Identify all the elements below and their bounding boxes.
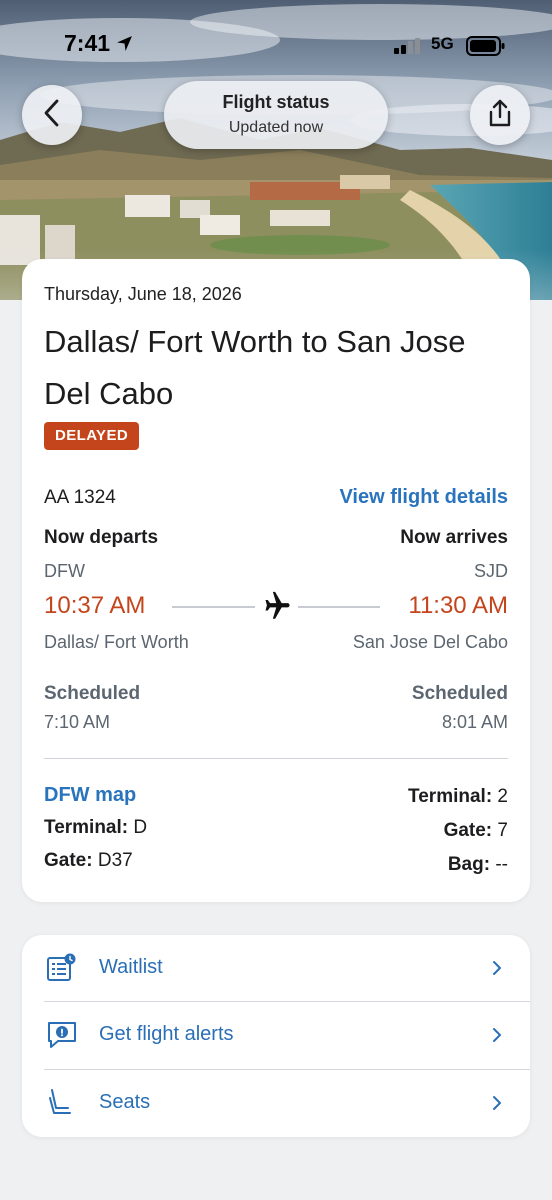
network-type: 5G (431, 34, 454, 53)
arrival-code: SJD (473, 561, 508, 581)
departure-gate-label: Gate: (44, 850, 93, 871)
seats-label: Seats (99, 1091, 151, 1113)
cellular-signal-icon (394, 38, 424, 59)
route-line-left (172, 606, 255, 608)
arrival-city: San Jose Del Cabo (352, 632, 508, 652)
share-icon (486, 98, 514, 133)
flight-date: Thursday, June 18, 2026 (44, 284, 242, 304)
chevron-left-icon (41, 98, 63, 133)
flight-alerts-icon (46, 1020, 78, 1055)
arrival-scheduled-label: Scheduled (411, 683, 508, 704)
chevron-right-icon (492, 960, 502, 981)
arrival-time: 11:30 AM (408, 592, 508, 619)
flight-route-title: Dallas/ Fort Worth to San Jose Del Cabo (44, 324, 466, 411)
departure-code: DFW (44, 561, 85, 581)
departure-terminal: Terminal: D (44, 817, 147, 839)
arrival-terminal: Terminal: 2 (408, 786, 508, 808)
page-title: Flight status (222, 92, 330, 112)
arrival-gate: Gate: 7 (444, 820, 508, 842)
arrival-bag: Bag: -- (448, 854, 508, 876)
get-flight-alerts-row[interactable]: Get flight alerts (22, 1002, 530, 1069)
waitlist-icon (46, 953, 76, 988)
status-badge: DELAYED (44, 422, 140, 450)
departure-city: Dallas/ Fort Worth (44, 632, 189, 652)
card-divider (44, 758, 508, 759)
seats-row[interactable]: Seats (22, 1070, 530, 1137)
flight-actions-list: Waitlist Get flight alerts Seats (22, 935, 530, 1137)
arrival-gate-label: Gate: (443, 820, 493, 841)
share-button[interactable] (470, 85, 530, 145)
get-flight-alerts-label: Get flight alerts (99, 1023, 234, 1045)
waitlist-row[interactable]: Waitlist (22, 935, 530, 1002)
status-bar: 7:41 5G (0, 28, 552, 62)
departure-gate-value: D37 (97, 850, 133, 871)
airplane-icon (257, 589, 291, 628)
status-time: 7:41 (64, 30, 111, 56)
view-flight-details-link[interactable]: View flight details (339, 486, 508, 509)
header-title-pill: Flight status Updated now (164, 81, 388, 149)
arrival-terminal-label: Terminal: (408, 786, 493, 807)
departure-scheduled-label: Scheduled (44, 683, 141, 704)
route-line-right (298, 606, 380, 608)
departure-terminal-label: Terminal: (44, 817, 129, 838)
back-button[interactable] (22, 85, 82, 145)
departure-scheduled-time: 7:10 AM (44, 712, 111, 732)
arrival-bag-value: -- (495, 854, 508, 875)
chevron-right-icon (492, 1027, 502, 1048)
arrival-bag-label: Bag: (447, 854, 491, 875)
seat-icon (46, 1088, 74, 1123)
updated-status: Updated now (228, 119, 324, 136)
arrival-gate-value: 7 (497, 820, 508, 841)
dfw-map-link[interactable]: DFW map (44, 784, 136, 807)
now-arrives-label: Now arrives (400, 527, 508, 548)
chevron-right-icon (492, 1095, 502, 1116)
waitlist-label: Waitlist (99, 956, 163, 978)
flight-status-card: Thursday, June 18, 2026 Dallas/ Fort Wor… (22, 259, 530, 902)
now-departs-label: Now departs (44, 527, 159, 548)
battery-icon (466, 36, 506, 61)
location-arrow-icon (116, 35, 133, 57)
departure-time: 10:37 AM (44, 592, 146, 619)
arrival-scheduled-time: 8:01 AM (441, 712, 508, 732)
arrival-terminal-value: 2 (497, 786, 508, 807)
flight-number: AA 1324 (44, 487, 116, 508)
departure-gate: Gate: D37 (44, 850, 133, 872)
departure-terminal-value: D (133, 817, 148, 838)
